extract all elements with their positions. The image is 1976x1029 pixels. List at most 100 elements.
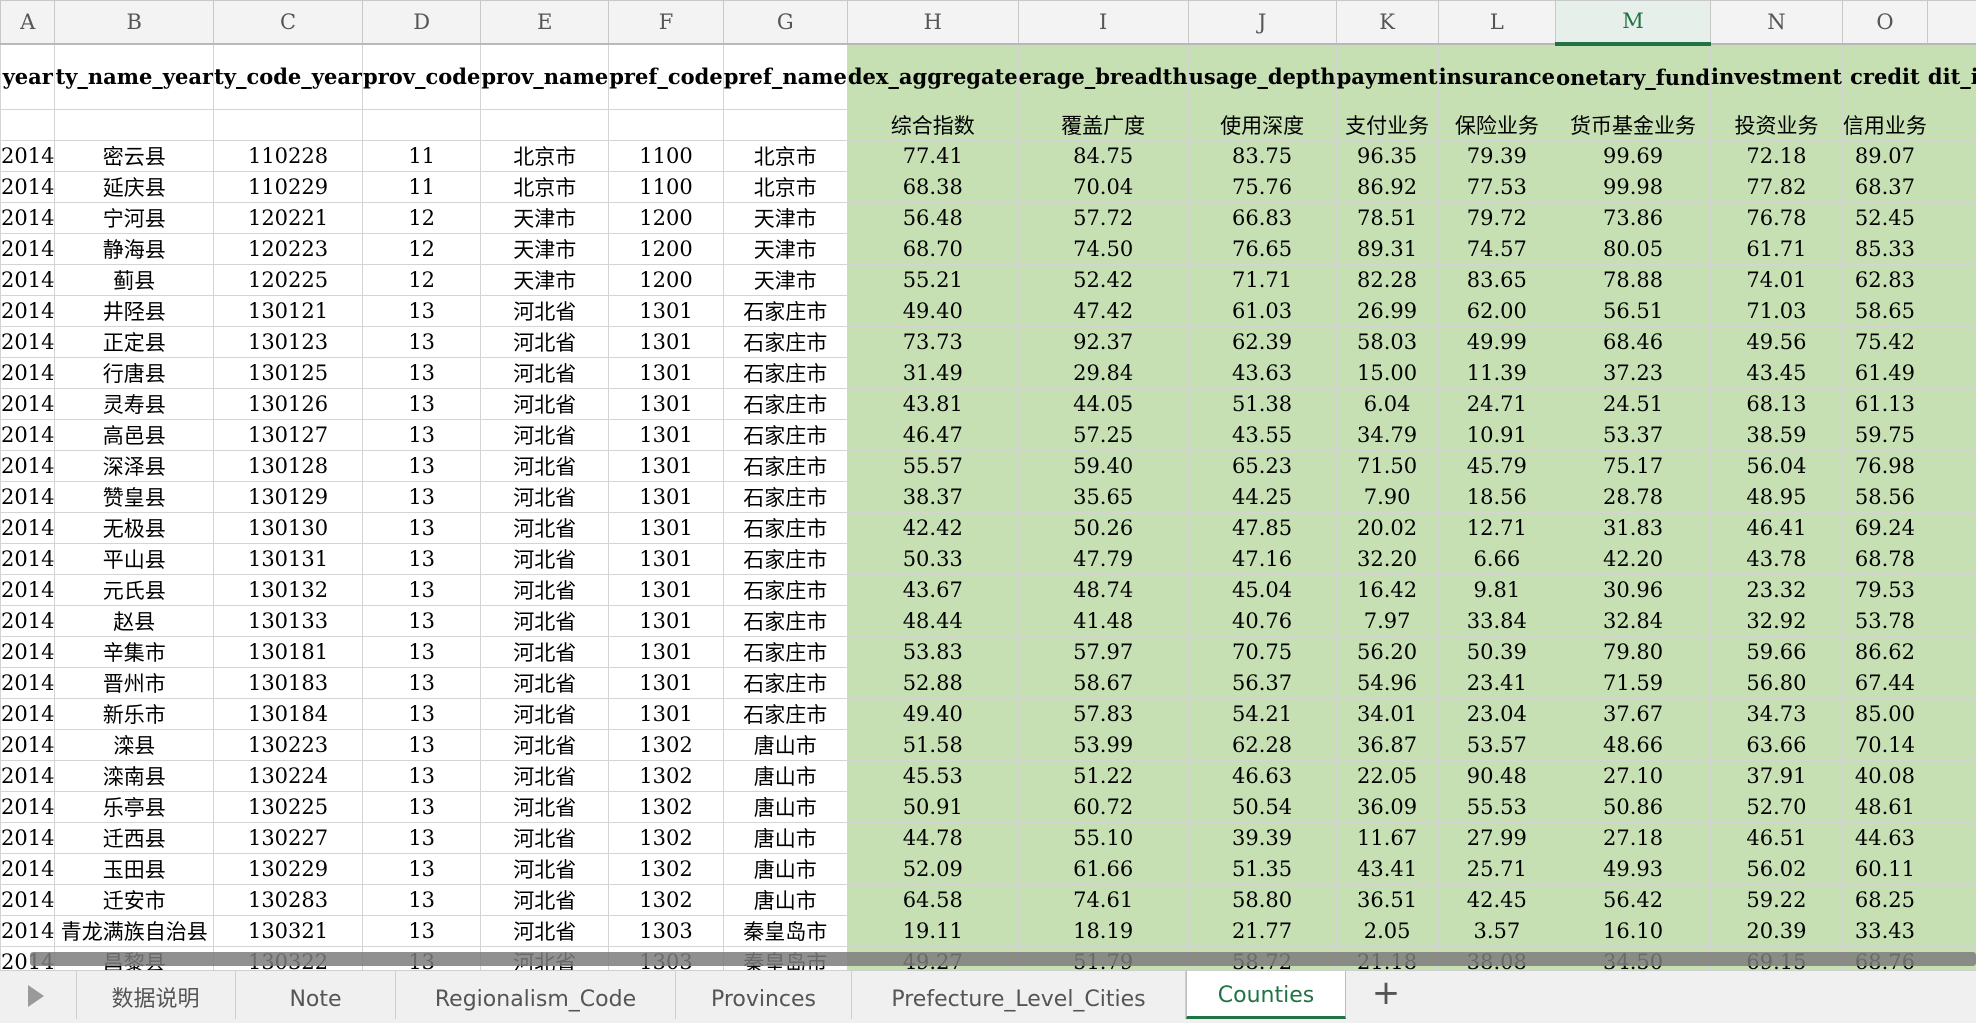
cell[interactable]: 56.80 [1711, 668, 1843, 699]
cell[interactable]: 2.05 [1336, 916, 1438, 947]
cell[interactable]: 63.66 [1711, 730, 1843, 761]
cell[interactable]: 48.95 [1711, 482, 1843, 513]
cell[interactable]: 70.14 [1842, 730, 1927, 761]
cell[interactable]: 天津市 [481, 234, 609, 265]
cell[interactable]: 59.75 [1842, 420, 1927, 451]
cell[interactable]: 密云县 [55, 141, 214, 172]
cell[interactable]: 2014 [1, 575, 55, 606]
cell[interactable]: 46.63 [1188, 761, 1336, 792]
cell[interactable]: 31.83 [1556, 513, 1711, 544]
cell[interactable]: 18.19 [1018, 916, 1188, 947]
cell[interactable]: 13 [363, 358, 481, 389]
cell[interactable] [1927, 544, 1976, 575]
cell[interactable]: 2014 [1, 699, 55, 730]
cell[interactable]: 51.35 [1188, 854, 1336, 885]
cell[interactable]: 75.42 [1842, 327, 1927, 358]
cell[interactable] [481, 110, 609, 141]
cell[interactable] [1927, 296, 1976, 327]
cell[interactable]: 保险业务 [1438, 110, 1555, 141]
cell[interactable]: 26.99 [1336, 296, 1438, 327]
cell[interactable]: 2014 [1, 265, 55, 296]
cell[interactable]: 130130 [214, 513, 363, 544]
cell[interactable]: 62.28 [1188, 730, 1336, 761]
cell[interactable]: 石家庄市 [723, 637, 847, 668]
cell[interactable]: 1200 [609, 234, 723, 265]
cell[interactable]: 42.20 [1556, 544, 1711, 575]
cell[interactable]: 52.70 [1711, 792, 1843, 823]
cell[interactable]: 2014 [1, 637, 55, 668]
cell[interactable]: 36.09 [1336, 792, 1438, 823]
cell[interactable]: 37.23 [1556, 358, 1711, 389]
cell[interactable]: 货币基金业务 [1556, 110, 1711, 141]
cell[interactable]: 44.78 [847, 823, 1018, 854]
cell[interactable]: 56.48 [847, 203, 1018, 234]
cell[interactable]: 43.63 [1188, 358, 1336, 389]
cell[interactable]: 42.45 [1438, 885, 1555, 916]
cell[interactable]: 投资业务 [1711, 110, 1843, 141]
cell[interactable]: 110229 [214, 172, 363, 203]
cell[interactable]: 57.72 [1018, 203, 1188, 234]
cell[interactable]: 73.73 [847, 327, 1018, 358]
cell[interactable]: 晋州市 [55, 668, 214, 699]
cell[interactable]: 13 [363, 482, 481, 513]
cell[interactable]: 河北省 [481, 668, 609, 699]
cell[interactable]: 90.48 [1438, 761, 1555, 792]
cell[interactable]: 47.16 [1188, 544, 1336, 575]
cell[interactable]: 河北省 [481, 420, 609, 451]
cell[interactable]: 2014 [1, 358, 55, 389]
cell[interactable]: 1301 [609, 606, 723, 637]
cell[interactable]: 34.73 [1711, 699, 1843, 730]
cell[interactable]: 1301 [609, 699, 723, 730]
cell[interactable]: 82.28 [1336, 265, 1438, 296]
cell[interactable]: 56.04 [1711, 451, 1843, 482]
cell[interactable]: 河北省 [481, 482, 609, 513]
cell[interactable]: 32.20 [1336, 544, 1438, 575]
add-sheet-button[interactable]: + [1346, 971, 1426, 1019]
cell[interactable]: 58.65 [1842, 296, 1927, 327]
cell[interactable]: 130129 [214, 482, 363, 513]
cell[interactable]: pref_name [723, 44, 847, 110]
cell[interactable]: 68.25 [1842, 885, 1927, 916]
cell[interactable]: 7.90 [1336, 482, 1438, 513]
cell[interactable]: 石家庄市 [723, 544, 847, 575]
cell[interactable]: 46.51 [1711, 823, 1843, 854]
cell[interactable]: 1302 [609, 761, 723, 792]
cell[interactable]: 河北省 [481, 606, 609, 637]
cell[interactable] [1927, 916, 1976, 947]
cell[interactable]: prov_code [363, 44, 481, 110]
cell[interactable]: 27.18 [1556, 823, 1711, 854]
cell[interactable]: 2014 [1, 823, 55, 854]
cell[interactable]: 27.99 [1438, 823, 1555, 854]
cell[interactable]: 元氏县 [55, 575, 214, 606]
cell[interactable]: 13 [363, 575, 481, 606]
cell[interactable]: 12 [363, 265, 481, 296]
cell[interactable]: 55.53 [1438, 792, 1555, 823]
cell[interactable]: 130133 [214, 606, 363, 637]
cell[interactable]: 高邑县 [55, 420, 214, 451]
cell[interactable]: 130131 [214, 544, 363, 575]
cell[interactable]: 43.41 [1336, 854, 1438, 885]
cell[interactable]: 新乐市 [55, 699, 214, 730]
cell[interactable]: 天津市 [481, 265, 609, 296]
cell[interactable]: 35.65 [1018, 482, 1188, 513]
cell[interactable]: 1100 [609, 172, 723, 203]
cell[interactable]: 河北省 [481, 699, 609, 730]
cell[interactable]: 55.21 [847, 265, 1018, 296]
cell[interactable]: 50.54 [1188, 792, 1336, 823]
cell[interactable]: 68.78 [1842, 544, 1927, 575]
cell[interactable]: 70.04 [1018, 172, 1188, 203]
cell[interactable]: 2014 [1, 730, 55, 761]
cell[interactable]: 3.57 [1438, 916, 1555, 947]
cell[interactable]: 1100 [609, 141, 723, 172]
cell[interactable]: 13 [363, 916, 481, 947]
cell[interactable]: 68.13 [1711, 389, 1843, 420]
cell[interactable]: 49.99 [1438, 327, 1555, 358]
cell[interactable] [1927, 761, 1976, 792]
cell[interactable]: 北京市 [723, 172, 847, 203]
cell[interactable]: 43.67 [847, 575, 1018, 606]
cell[interactable]: 49.93 [1556, 854, 1711, 885]
cell[interactable]: 1302 [609, 885, 723, 916]
cell[interactable]: 29.84 [1018, 358, 1188, 389]
cell[interactable]: 120223 [214, 234, 363, 265]
cell[interactable]: 54.96 [1336, 668, 1438, 699]
